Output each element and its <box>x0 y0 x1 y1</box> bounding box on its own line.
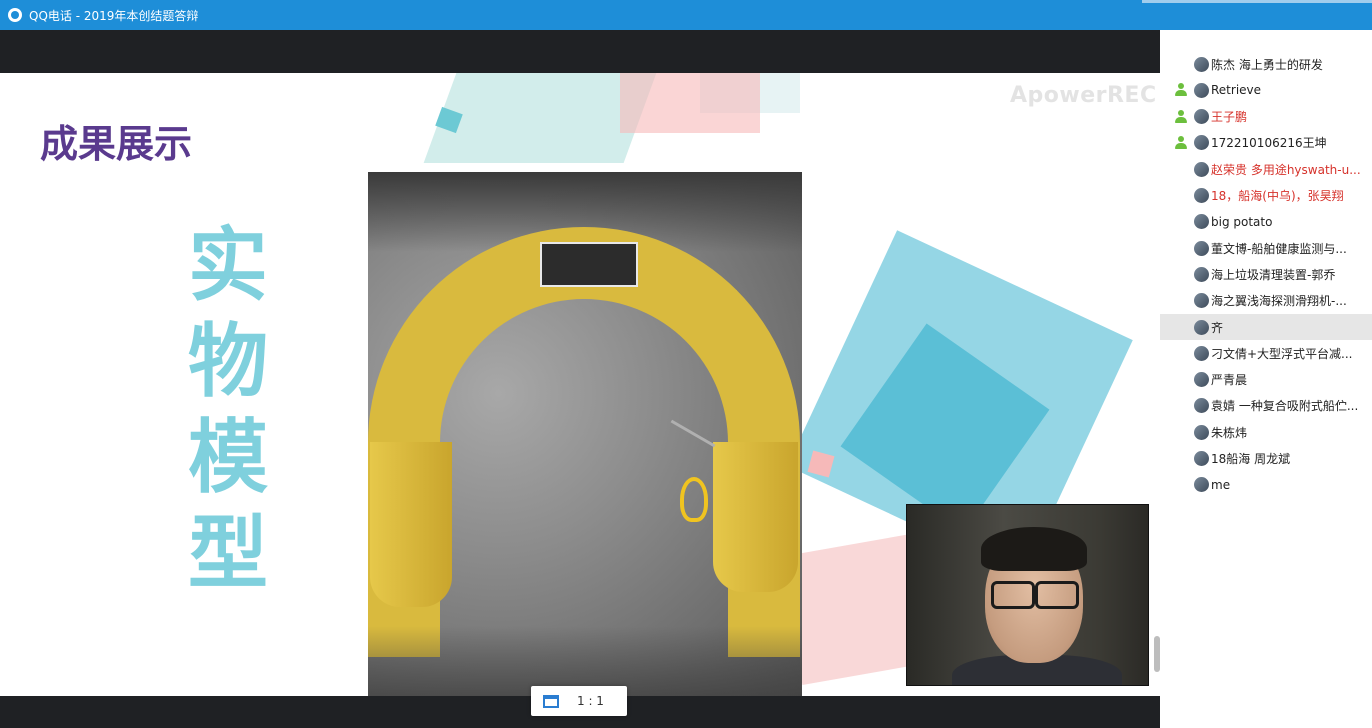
participant-row[interactable]: 18，船海(中乌)，张昊翔 <box>1160 183 1372 209</box>
participant-row[interactable]: 18船海 周龙斌 <box>1160 446 1372 472</box>
avatar <box>1194 477 1209 493</box>
avatar <box>1194 240 1209 256</box>
decor-shape <box>620 73 760 133</box>
avatar <box>1194 266 1209 282</box>
participant-name: 严青晨 <box>1211 373 1248 388</box>
avatar <box>1194 398 1209 414</box>
participant-name: 172210106216王坤 <box>1211 136 1327 151</box>
participant-row[interactable]: 赵荣贵 多用途hyswath-u... <box>1160 156 1372 182</box>
participant-row[interactable]: 董文博-船舶健康监测与... <box>1160 235 1372 261</box>
participant-name: 赵荣贵 多用途hyswath-u... <box>1211 162 1361 177</box>
electronics-box <box>540 242 638 287</box>
participant-row[interactable]: Retrieve <box>1160 77 1372 103</box>
window-icon <box>543 694 559 708</box>
ratio-label: 1 : 1 <box>577 694 604 708</box>
ratio-toggle-button[interactable]: 1 : 1 <box>531 686 627 716</box>
float-right-leg <box>713 442 798 592</box>
participant-name: 朱栋炜 <box>1211 425 1248 440</box>
window-title: QQ电话 - 2019年本创结题答辩 <box>29 8 199 23</box>
participant-name: 海之翼浅海探测滑翔机-... <box>1211 294 1347 309</box>
admin-user-icon <box>1174 135 1188 150</box>
participant-row[interactable]: 陈杰 海上勇士的研发 <box>1160 51 1372 77</box>
heading-char: 物 <box>188 315 268 408</box>
avatar <box>1194 135 1209 151</box>
avatar <box>1194 161 1209 177</box>
title-bar-accent <box>1142 0 1372 3</box>
avatar <box>1194 293 1209 309</box>
webcam-person-hair <box>981 527 1087 571</box>
participant-name: 刁文倩+大型浮式平台减... <box>1211 346 1353 361</box>
qq-call-icon <box>8 8 22 22</box>
avatar <box>1194 188 1209 203</box>
participant-row[interactable]: 海上垃圾清理装置-郭乔 <box>1160 261 1372 287</box>
participant-row[interactable]: 齐 <box>1160 314 1372 340</box>
admin-user-icon <box>1174 109 1188 124</box>
heading-char: 型 <box>188 507 268 600</box>
title-bar: QQ电话 - 2019年本创结题答辩 <box>0 0 1372 30</box>
participant-list[interactable]: 陈杰 海上勇士的研发 Retrieve 王子鹏 172210106216王坤赵荣贵 多… <box>1160 30 1372 728</box>
participant-name: 齐 <box>1211 320 1224 335</box>
participant-name: big potato <box>1211 214 1273 229</box>
participant-row[interactable]: 刁文倩+大型浮式平台减... <box>1160 340 1372 366</box>
participant-row[interactable]: 严青晨 <box>1160 367 1372 393</box>
avatar <box>1194 372 1209 388</box>
admin-user-icon <box>1174 83 1188 97</box>
participant-name: 董文博-船舶健康监测与... <box>1211 241 1347 256</box>
avatar <box>1194 82 1209 98</box>
recorder-watermark: ApowerREC <box>1010 83 1157 108</box>
participant-row[interactable]: big potato <box>1160 209 1372 235</box>
slide-title: 成果展示 <box>40 122 193 166</box>
avatar <box>1194 214 1209 230</box>
participant-row[interactable]: 172210106216王坤 <box>1160 130 1372 156</box>
float-left-leg <box>370 442 452 607</box>
participant-row[interactable]: me <box>1160 472 1372 498</box>
heading-char: 实 <box>188 219 268 312</box>
webcam-person-glasses <box>989 581 1081 609</box>
participant-row[interactable]: 朱栋炜 <box>1160 419 1372 445</box>
webcam-preview[interactable] <box>906 504 1149 686</box>
participant-name: 王子鹏 <box>1211 110 1248 125</box>
scrollbar[interactable] <box>1154 636 1160 672</box>
participant-name: 18船海 周龙斌 <box>1211 452 1291 466</box>
avatar <box>1194 451 1209 466</box>
participant-name: me <box>1211 477 1231 492</box>
participant-row[interactable]: 王子鹏 <box>1160 104 1372 130</box>
participant-name: 18，船海(中乌)，张昊翔 <box>1211 189 1344 203</box>
participant-name: 袁婧 一种复合吸附式船伫... <box>1211 399 1359 414</box>
avatar <box>1194 109 1209 125</box>
participant-name: Retrieve <box>1211 83 1262 98</box>
participant-name: 陈杰 海上勇士的研发 <box>1211 57 1323 72</box>
slide-vertical-heading: 实 物 模 型 <box>183 218 273 602</box>
avatar <box>1194 345 1209 361</box>
participant-row[interactable]: 海之翼浅海探测滑翔机-... <box>1160 288 1372 314</box>
heading-char: 模 <box>188 411 268 504</box>
avatar <box>1194 56 1209 72</box>
avatar <box>1194 319 1209 335</box>
model-photo <box>368 172 802 726</box>
participant-name: 海上垃圾清理装置-郭乔 <box>1211 267 1336 282</box>
participant-row[interactable]: 袁婧 一种复合吸附式船伫... <box>1160 393 1372 419</box>
avatar <box>1194 424 1209 440</box>
scissors <box>680 477 708 522</box>
shared-screen-area[interactable]: ApowerREC 成果展示 实 物 模 型 <box>0 30 1160 728</box>
